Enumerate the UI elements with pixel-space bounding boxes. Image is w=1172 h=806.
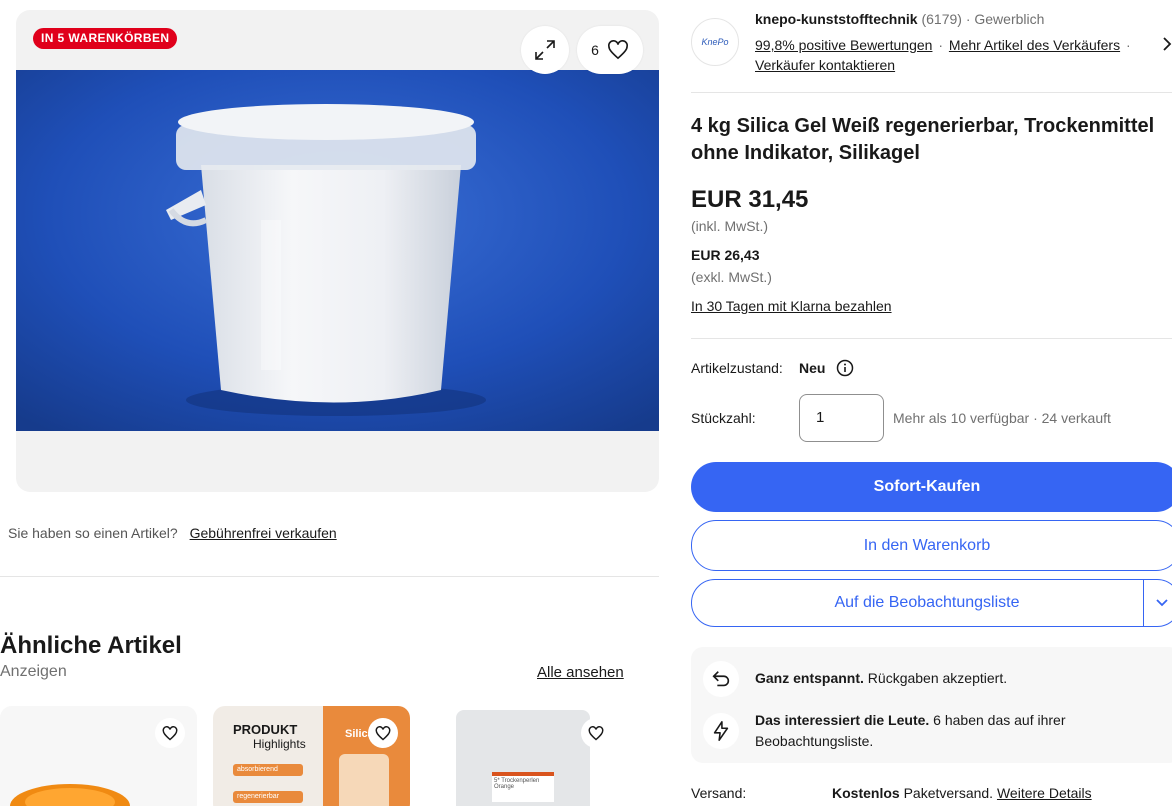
- add-to-cart-button[interactable]: In den Warenkorb: [691, 520, 1172, 571]
- shipping-text: Paketversand.: [899, 785, 994, 801]
- card-watch-button[interactable]: [155, 718, 185, 748]
- jar-shape: [339, 754, 389, 806]
- card-pill: absorbierend: [233, 764, 303, 776]
- similar-item-card[interactable]: 5* Trockenperlen Orange: [426, 706, 623, 806]
- sell-prompt: Sie haben so einen Artikel? Gebührenfrei…: [8, 525, 337, 541]
- seller-info: knepo-kunststofftechnik (6179) · Gewerbl…: [755, 11, 1044, 27]
- similar-item-card[interactable]: PRODUKT Highlights absorbierend regeneri…: [213, 706, 410, 806]
- expand-button[interactable]: [521, 26, 569, 74]
- similar-items-subtitle: Anzeigen: [0, 663, 67, 680]
- condition-value: Neu: [799, 360, 826, 376]
- interest-icon-wrap: [703, 713, 739, 749]
- returns-text: Rückgaben akzeptiert.: [863, 670, 1008, 686]
- seller-links: 99,8% positive Bewertungen · Mehr Artike…: [755, 35, 1131, 75]
- chevron-right-icon[interactable]: [1162, 37, 1172, 51]
- heart-icon: [375, 725, 391, 740]
- add-to-cart-label: In den Warenkorb: [863, 536, 991, 554]
- divider: [691, 92, 1172, 93]
- price-note: (inkl. MwSt.): [691, 218, 768, 234]
- highlights-box: Ganz entspannt. Rückgaben akzeptiert. Da…: [691, 647, 1172, 763]
- more-items-link[interactable]: Mehr Artikel des Verkäufers: [949, 37, 1120, 53]
- klarna-link[interactable]: In 30 Tagen mit Klarna bezahlen: [691, 298, 892, 314]
- separator: ·: [938, 37, 944, 53]
- info-icon[interactable]: [836, 359, 854, 377]
- interest-info: Das interessiert die Leute. 6 haben das …: [755, 710, 1115, 752]
- shipping-label: Versand:: [691, 785, 747, 801]
- shipping-info: Kostenlos Paketversand. Weitere Details: [832, 785, 1092, 801]
- lightning-icon: [713, 721, 729, 741]
- watchlist-label: Auf die Beobachtungsliste: [834, 594, 1020, 611]
- shipping-details-link[interactable]: Weitere Details: [997, 785, 1092, 801]
- divider: [691, 338, 1172, 339]
- card-watch-button[interactable]: [581, 718, 611, 748]
- item-price: EUR 31,45: [691, 186, 809, 213]
- product-image[interactable]: [16, 70, 659, 431]
- quantity-input[interactable]: 1: [799, 394, 884, 442]
- returns-info: Ganz entspannt. Rückgaben akzeptiert.: [755, 668, 1115, 689]
- seller-rating-count: (6179): [921, 11, 962, 27]
- seller-name[interactable]: knepo-kunststofftechnik: [755, 11, 918, 27]
- item-title: 4 kg Silica Gel Weiß regenerierbar, Troc…: [691, 115, 1155, 164]
- sell-link[interactable]: Gebührenfrei verkaufen: [190, 525, 337, 541]
- cart-count-badge: IN 5 WARENKÖRBEN: [33, 28, 178, 49]
- heart-icon: [588, 725, 604, 740]
- chevron-down-icon[interactable]: [1155, 598, 1169, 608]
- buy-now-button[interactable]: Sofort-Kaufen: [691, 462, 1172, 512]
- card-heading: PRODUKT: [233, 722, 298, 737]
- seller-logo-text: KnePo: [701, 37, 729, 47]
- card-watch-button[interactable]: [368, 718, 398, 748]
- condition-label: Artikelzustand:: [691, 360, 783, 376]
- sell-question: Sie haben so einen Artikel?: [8, 525, 178, 541]
- similar-item-card[interactable]: [0, 706, 197, 806]
- seller-type: · Gewerblich: [965, 11, 1045, 27]
- return-arrow-icon: [712, 671, 730, 687]
- positive-feedback-link[interactable]: 99,8% positive Bewertungen: [755, 37, 932, 53]
- watch-button[interactable]: 6: [577, 26, 643, 74]
- heart-icon: [607, 40, 628, 60]
- card-subheading: Highlights: [253, 737, 306, 751]
- bag-label: 5* Trockenperlen Orange: [492, 772, 554, 802]
- returns-bold: Ganz entspannt.: [755, 670, 864, 686]
- net-price-note: (exkl. MwSt.): [691, 269, 772, 285]
- watchlist-button[interactable]: Auf die Beobachtungsliste: [691, 579, 1172, 627]
- card-pill: regenerierbar: [233, 791, 303, 803]
- image-gallery: IN 5 WARENKÖRBEN 6: [16, 10, 659, 492]
- expand-icon: [535, 40, 555, 60]
- interest-bold: Das interessiert die Leute.: [755, 712, 930, 728]
- quantity-label: Stückzahl:: [691, 410, 756, 426]
- shipping-bold: Kostenlos: [832, 785, 900, 801]
- net-price: EUR 26,43: [691, 247, 760, 263]
- contact-seller-link[interactable]: Verkäufer kontaktieren: [755, 57, 895, 73]
- see-all-link[interactable]: Alle ansehen: [537, 664, 624, 681]
- separator: ·: [1125, 37, 1131, 53]
- watch-count: 6: [591, 42, 599, 58]
- divider: [0, 576, 659, 577]
- returns-icon-wrap: [703, 661, 739, 697]
- buy-now-label: Sofort-Kaufen: [873, 478, 981, 495]
- heart-icon: [162, 725, 178, 740]
- seller-logo[interactable]: KnePo: [691, 18, 739, 66]
- availability-text: Mehr als 10 verfügbar · 24 verkauft: [893, 410, 1111, 426]
- button-divider: [1143, 580, 1144, 626]
- similar-items-title: Ähnliche Artikel: [0, 632, 182, 659]
